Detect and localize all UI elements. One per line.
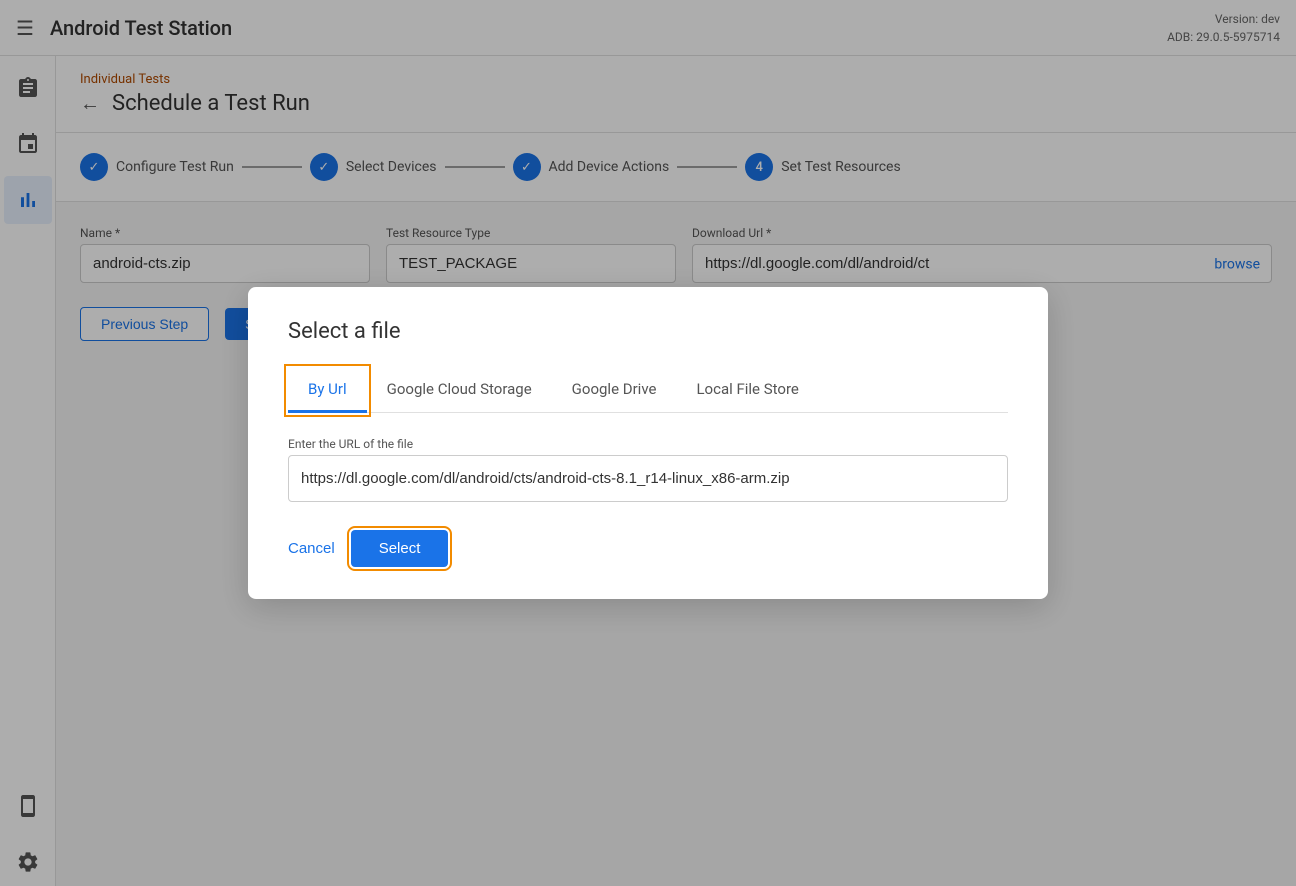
tab-local-file-store[interactable]: Local File Store (676, 368, 818, 413)
dialog-tabs: By Url Google Cloud Storage Google Drive… (288, 368, 1008, 413)
tab-google-drive[interactable]: Google Drive (552, 368, 677, 413)
dialog-cancel-button[interactable]: Cancel (288, 540, 335, 557)
tab-by-url[interactable]: By Url (288, 368, 367, 413)
dialog-url-input[interactable] (288, 455, 1008, 502)
dialog-title: Select a file (288, 319, 1008, 344)
dialog-overlay: Select a file By Url Google Cloud Storag… (0, 0, 1296, 886)
dialog-select-button[interactable]: Select (351, 530, 449, 567)
url-area: Enter the URL of the file (288, 437, 1008, 502)
dialog-actions: Cancel Select (288, 530, 1008, 567)
tab-google-cloud-storage[interactable]: Google Cloud Storage (367, 368, 552, 413)
url-area-label: Enter the URL of the file (288, 437, 1008, 451)
select-file-dialog: Select a file By Url Google Cloud Storag… (248, 287, 1048, 599)
